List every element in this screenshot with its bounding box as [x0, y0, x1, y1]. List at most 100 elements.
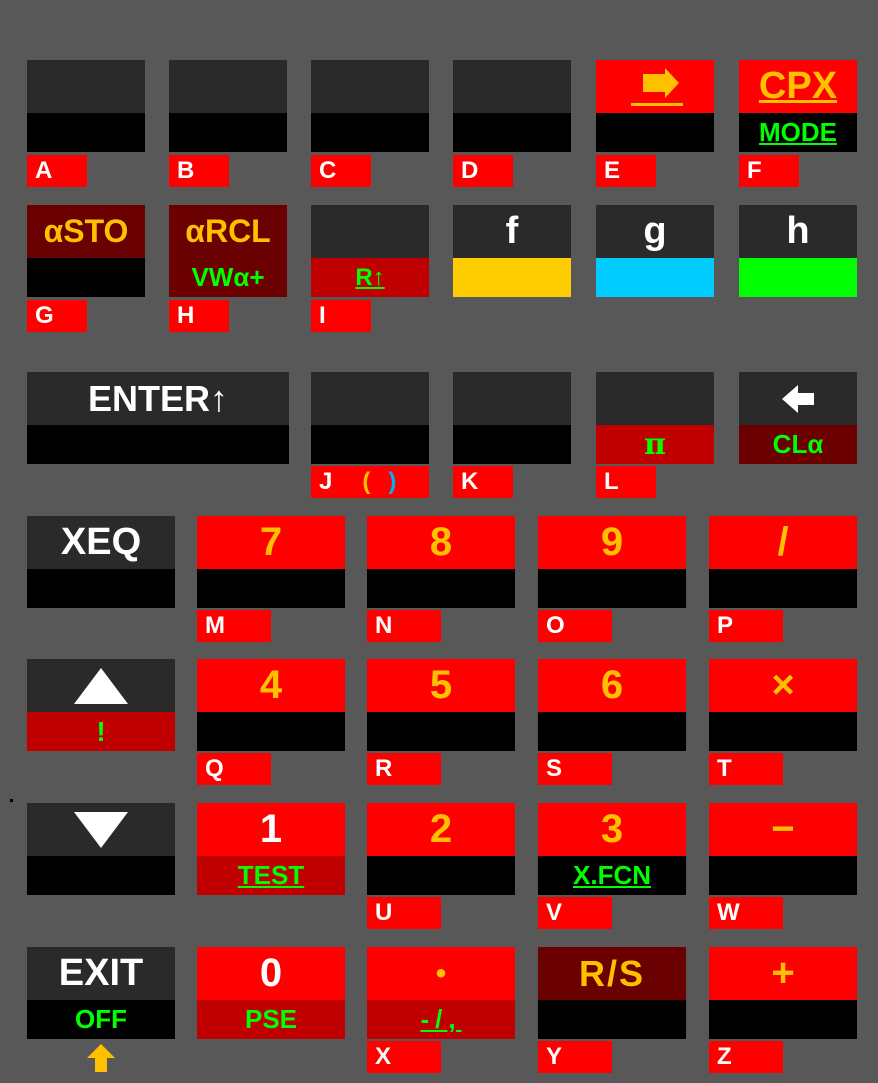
key-8-bottom [367, 569, 515, 608]
tag-b: B [169, 155, 229, 187]
tag-a: A [27, 155, 87, 187]
backspace-key-bottom: CLα [739, 425, 857, 464]
tag-u: U [367, 897, 441, 929]
backspace-key-top [739, 372, 857, 425]
tag-e: E [596, 155, 656, 187]
xeq-key[interactable]: XEQ [27, 516, 175, 608]
key-0[interactable]: 0 PSE [197, 947, 345, 1039]
divide-key[interactable]: / [709, 516, 857, 608]
key-i[interactable]: R↑ [311, 205, 429, 297]
multiply-key-bottom [709, 712, 857, 751]
tag-f: F [739, 155, 799, 187]
key-pi[interactable]: π [596, 372, 714, 464]
g-label: g [643, 210, 667, 252]
key-1-top: 1 [197, 803, 345, 856]
key-c-bottom [311, 113, 429, 152]
add-key-bottom [709, 1000, 857, 1039]
up-key[interactable]: ! [27, 659, 175, 751]
key-c[interactable] [311, 60, 429, 152]
digit-7-label: 7 [259, 520, 283, 564]
digit-3-label: 3 [600, 807, 624, 851]
dot-key[interactable]: • -/, [367, 947, 515, 1039]
multiply-key[interactable]: × [709, 659, 857, 751]
tag-o: O [538, 610, 612, 642]
key-alpha-rcl-top: αRCL [169, 205, 287, 258]
key-9[interactable]: 9 [538, 516, 686, 608]
digit-4-label: 4 [259, 663, 283, 707]
alpha-sto-label: αSTO [43, 213, 129, 249]
key-d[interactable] [453, 60, 571, 152]
exit-label: EXIT [58, 952, 144, 994]
key-3-top: 3 [538, 803, 686, 856]
key-h-shift[interactable]: h [739, 205, 857, 297]
divide-key-bottom [709, 569, 857, 608]
key-pi-bottom: π [596, 425, 714, 464]
key-b-top [169, 60, 287, 113]
tag-j-open-paren: ( [362, 468, 371, 495]
tag-j-letter: J [319, 468, 333, 495]
exit-key[interactable]: EXIT OFF [27, 947, 175, 1039]
exit-key-top: EXIT [27, 947, 175, 1000]
xeq-key-top: XEQ [27, 516, 175, 569]
add-key[interactable]: + [709, 947, 857, 1039]
key-e[interactable] [596, 60, 714, 152]
key-0-bottom: PSE [197, 1000, 345, 1039]
enter-key[interactable]: ENTER↑ [27, 372, 289, 464]
key-d-bottom [453, 113, 571, 152]
key-3[interactable]: 3 X.FCN [538, 803, 686, 895]
key-9-top: 9 [538, 516, 686, 569]
digit-0-label: 0 [259, 951, 283, 995]
key-alpha-rcl[interactable]: αRCL VWα+ [169, 205, 287, 297]
key-i-top [311, 205, 429, 258]
key-f-bottom: MODE [739, 113, 857, 152]
tag-x: X [367, 1041, 441, 1073]
tag-q: Q [197, 753, 271, 785]
tag-c: C [311, 155, 371, 187]
mode-label: MODE [759, 117, 837, 147]
digit-9-label: 9 [600, 520, 624, 564]
up-key-top [27, 659, 175, 712]
dot-label: • [435, 956, 447, 990]
subtract-key-bottom [709, 856, 857, 895]
key-5[interactable]: 5 [367, 659, 515, 751]
key-6[interactable]: 6 [538, 659, 686, 751]
key-4-top: 4 [197, 659, 345, 712]
right-arrow-icon [619, 65, 691, 109]
test-label: TEST [237, 860, 305, 890]
key-g-shift[interactable]: g [596, 205, 714, 297]
add-key-top: + [709, 947, 857, 1000]
key-4[interactable]: 4 [197, 659, 345, 751]
backspace-key[interactable]: CLα [739, 372, 857, 464]
factorial-label: ! [96, 715, 106, 747]
key-f-cpx[interactable]: CPX MODE [739, 60, 857, 152]
tag-j: J ( ) [311, 466, 429, 498]
key-f-shift[interactable]: f [453, 205, 571, 297]
up-triangle-icon [72, 666, 130, 706]
vw-alpha-plus-label: VWα+ [191, 262, 265, 292]
tag-m: M [197, 610, 271, 642]
tag-h: H [169, 300, 229, 332]
key-8[interactable]: 8 [367, 516, 515, 608]
key-f-shift-bottom [453, 258, 571, 297]
key-2-top: 2 [367, 803, 515, 856]
down-key[interactable] [27, 803, 175, 895]
key-7[interactable]: 7 [197, 516, 345, 608]
run-stop-key[interactable]: R/S [538, 947, 686, 1039]
key-alpha-sto[interactable]: αSTO [27, 205, 145, 297]
down-key-bottom [27, 856, 175, 895]
divide-label: / [777, 520, 789, 564]
digit-5-label: 5 [429, 663, 453, 707]
key-alpha-rcl-bottom: VWα+ [169, 258, 287, 297]
key-alpha-sto-bottom [27, 258, 145, 297]
sign-comma-label: -/, [420, 1004, 462, 1034]
key-b[interactable] [169, 60, 287, 152]
key-j[interactable] [311, 372, 429, 464]
key-2[interactable]: 2 [367, 803, 515, 895]
digit-6-label: 6 [600, 663, 624, 707]
key-k[interactable] [453, 372, 571, 464]
subtract-key[interactable]: − [709, 803, 857, 895]
key-1[interactable]: 1 TEST [197, 803, 345, 895]
key-a[interactable] [27, 60, 145, 152]
rs-label: R/S [578, 952, 645, 994]
r-up-label: R↑ [355, 263, 385, 291]
